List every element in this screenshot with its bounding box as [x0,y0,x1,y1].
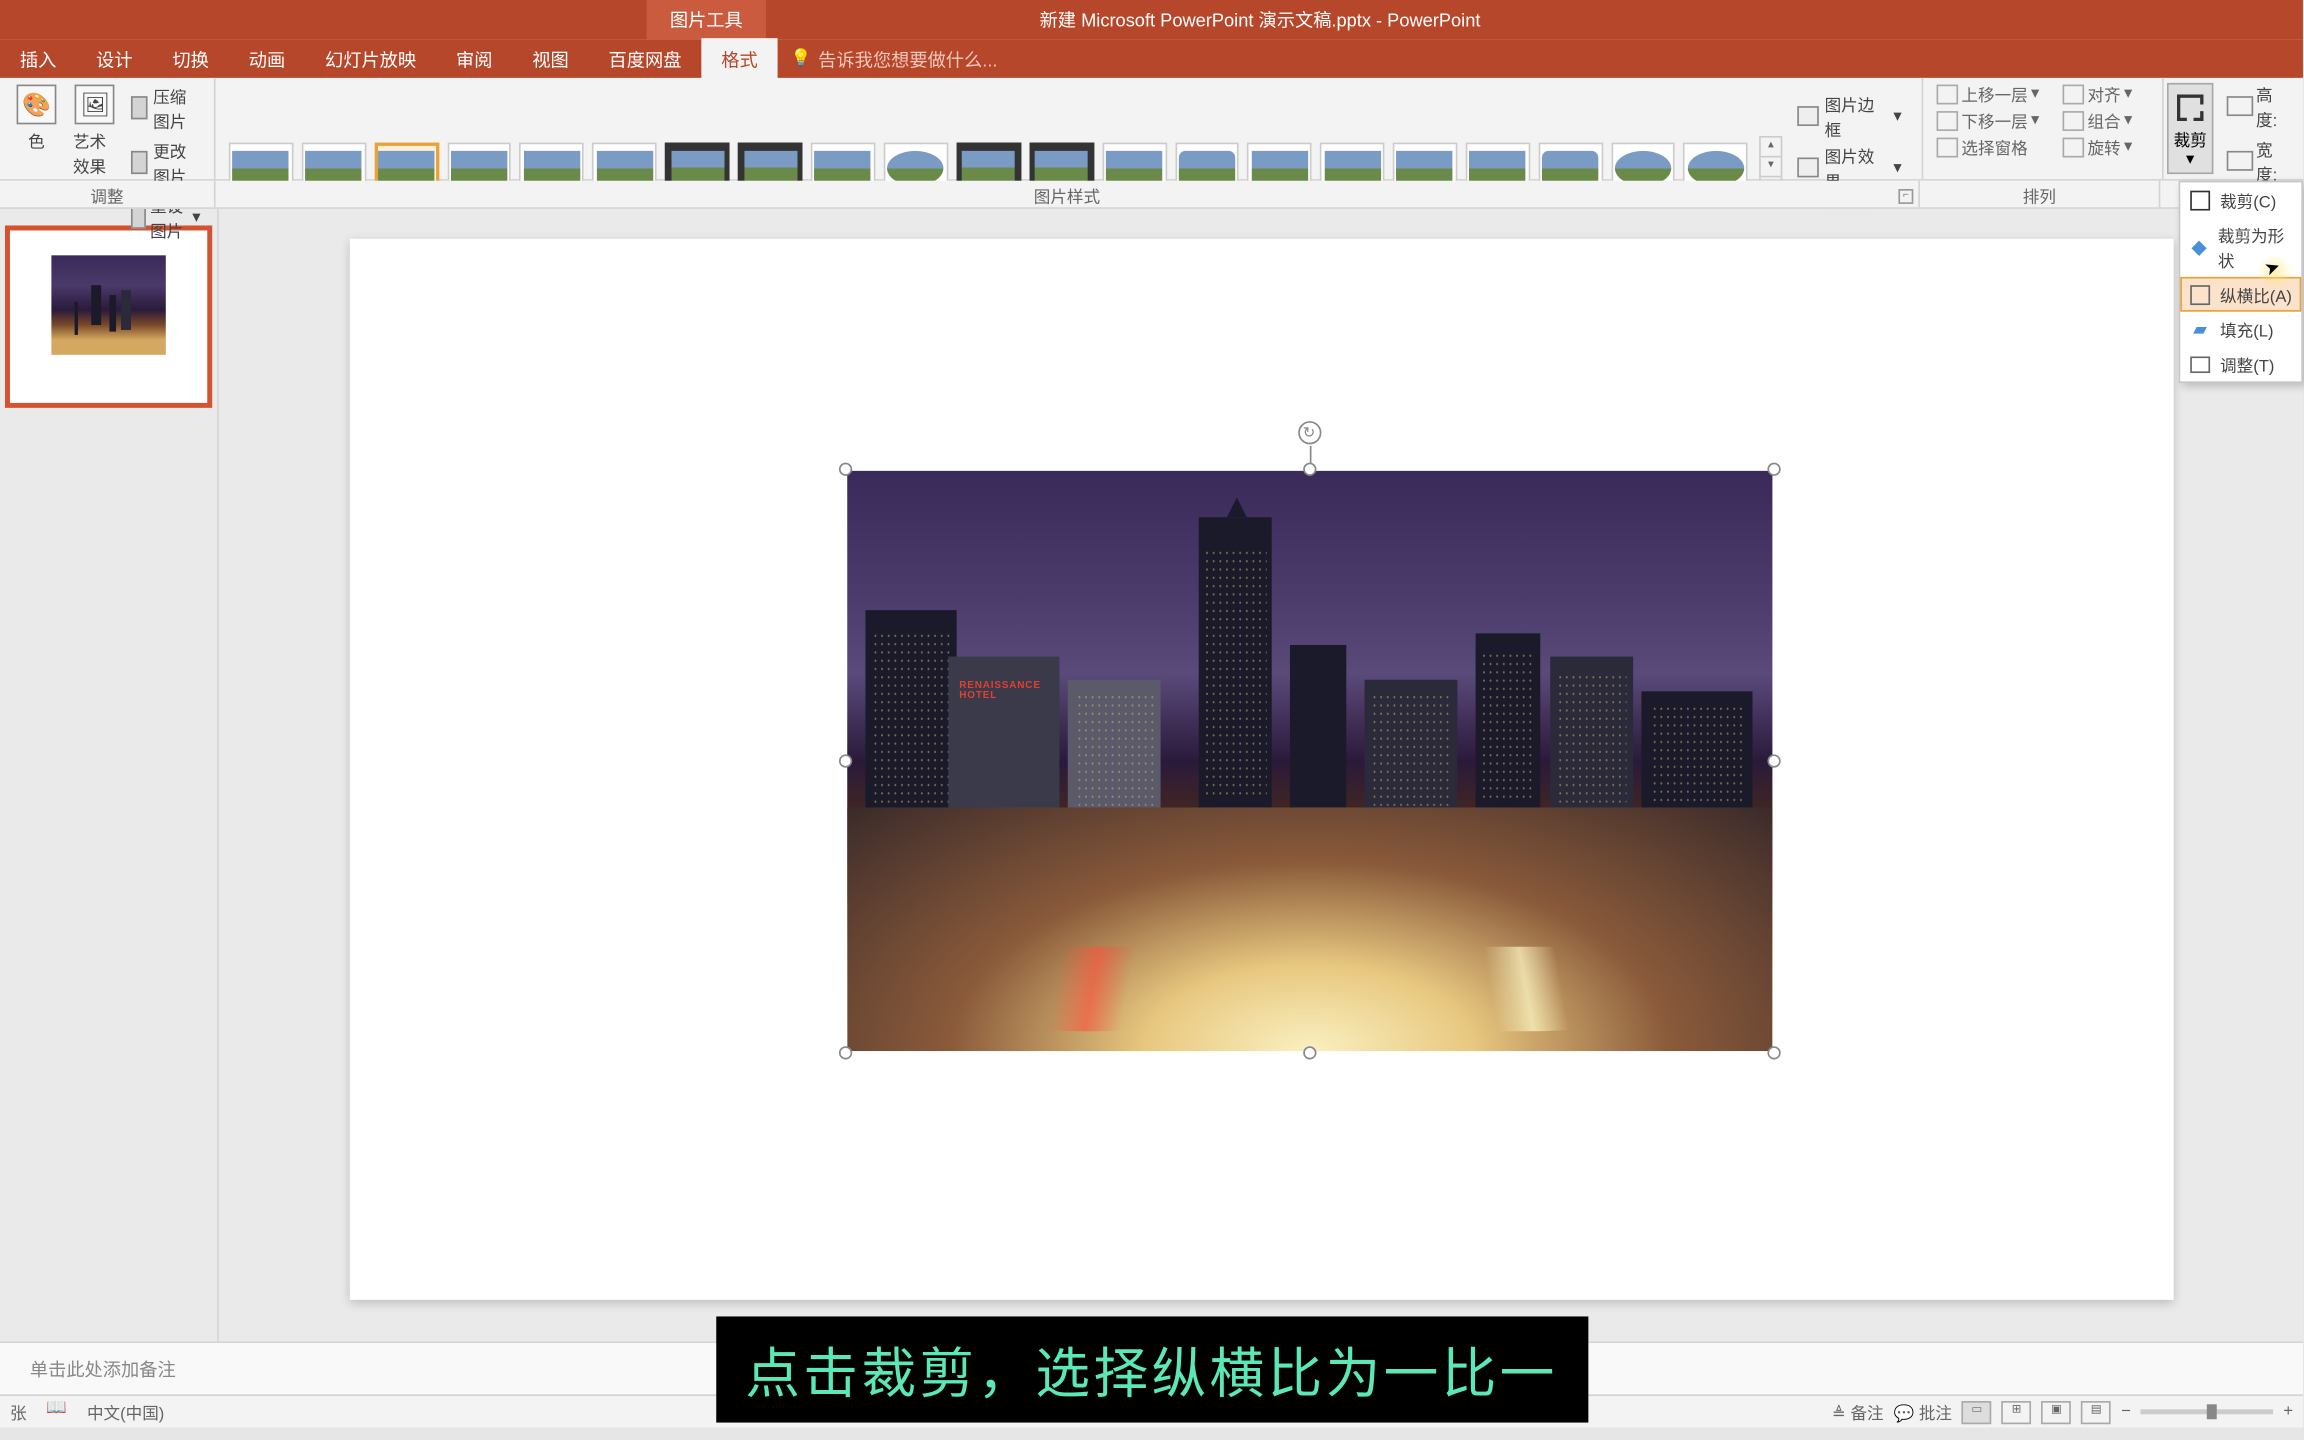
language-indicator[interactable]: 中文(中国) [87,1399,164,1424]
tab-view[interactable]: 视图 [512,37,588,80]
group-icon [2063,110,2085,130]
reset-icon [131,206,145,229]
spell-check-icon[interactable]: 📖 [46,1399,67,1424]
group-label-adjust: 调整 [0,181,216,208]
video-subtitle: 点击裁剪，选择纵横比为一比一 [715,1316,1587,1422]
picture-border-button[interactable]: 图片边框 ▾ [1797,91,1902,141]
zoom-out-button[interactable]: − [2121,1403,2131,1421]
ribbon-group-adjust: 🎨 色 🖼 艺术效果 压缩图片 更改图片 重设图片▾ [0,78,216,179]
resize-handle-tl[interactable] [838,463,851,476]
crop-icon [2172,89,2208,125]
width-input[interactable]: 宽度: [2227,136,2293,186]
tab-baidu[interactable]: 百度网盘 [589,37,702,80]
chevron-down-icon: ▾ [2186,150,2194,168]
ribbon-group-arrange: 上移一层 ▾ 下移一层 ▾ 选择窗格 对齐 ▾ 组合 ▾ 旋转 ▾ [1923,78,2163,179]
selection-icon [1937,137,1959,157]
selection-pane-button[interactable]: 选择窗格 [1933,134,2042,159]
resize-handle-ml[interactable] [838,754,851,767]
tell-me-search[interactable]: 💡 告诉我您想要做什么... [791,46,998,73]
tell-me-placeholder: 告诉我您想要做什么... [818,46,997,73]
backward-icon [1937,110,1959,130]
border-icon [1797,106,1819,126]
align-button[interactable]: 对齐 ▾ [2059,81,2135,106]
effects-icon [1797,158,1819,178]
slide-canvas[interactable]: ↻ [349,239,2173,1300]
ribbon: 🎨 色 🖼 艺术效果 压缩图片 更改图片 重设图片▾ [0,78,2303,181]
group-label-arrange: 排列 [1920,181,2160,208]
main-area: ↻ [0,209,2303,1341]
rotate-icon [2063,137,2085,157]
resize-handle-mr[interactable] [1767,754,1780,767]
crop-icon [2189,188,2212,211]
tab-review[interactable]: 审阅 [436,37,512,80]
tab-slideshow[interactable]: 幻灯片放映 [305,37,436,80]
notes-placeholder: 单击此处添加备注 [30,1361,176,1381]
crop-menu-shape[interactable]: ◆裁剪为形状 [2180,217,2301,277]
view-slideshow-button[interactable]: ▤ [2081,1400,2111,1423]
view-normal-button[interactable]: ▭ [1962,1400,1992,1423]
group-button[interactable]: 组合 ▾ [2059,108,2135,133]
comments-button[interactable]: 💬 批注 [1894,1399,1952,1424]
artistic-effects-button[interactable]: 🖼 艺术效果 [66,81,124,243]
selected-picture[interactable]: ↻ [846,471,1771,1051]
contextual-tab-label: 图片工具 [647,0,766,40]
ribbon-group-size: 高度: 宽度: [2217,78,2303,179]
height-icon [2227,96,2253,116]
tab-design[interactable]: 设计 [76,37,152,80]
artistic-icon: 🖼 [75,85,115,125]
view-reading-button[interactable]: ▣ [2042,1400,2072,1423]
slide-thumbnail-panel[interactable] [0,209,219,1341]
resize-handle-br[interactable] [1767,1046,1780,1059]
send-backward-button[interactable]: 下移一层 ▾ [1933,108,2042,133]
crop-menu-crop[interactable]: 裁剪(C) [2180,182,2301,217]
width-icon [2227,151,2253,171]
resize-handle-bm[interactable] [1302,1046,1315,1059]
crop-dropdown-menu: 裁剪(C) ◆裁剪为形状 纵横比(A) ▰填充(L) 调整(T) [2179,181,2303,383]
title-bar: 图片工具 新建 Microsoft PowerPoint 演示文稿.pptx -… [0,0,2303,40]
change-icon [131,151,149,174]
zoom-in-button[interactable]: + [2283,1403,2293,1421]
tab-format[interactable]: 格式 [701,37,777,80]
slide-editor[interactable]: ↻ [219,209,2303,1341]
crop-menu-fit[interactable]: 调整(T) [2180,347,2301,382]
fill-icon: ▰ [2189,318,2212,341]
styles-dialog-launcher[interactable]: ⌐ [1898,189,1913,204]
ribbon-group-labels: 调整 图片样式⌐ 排列 [0,181,2303,209]
align-icon [2063,84,2085,104]
height-input[interactable]: 高度: [2227,81,2293,131]
tab-transitions[interactable]: 切换 [153,37,229,80]
crop-menu-fill[interactable]: ▰填充(L) [2180,312,2301,347]
resize-handle-tm[interactable] [1302,463,1315,476]
bring-forward-button[interactable]: 上移一层 ▾ [1933,81,2042,106]
rotate-handle[interactable]: ↻ [1297,421,1320,444]
slide-thumbnail-1[interactable] [5,225,212,407]
group-label-styles: 图片样式⌐ [216,181,1920,208]
lightbulb-icon: 💡 [791,50,812,68]
ratio-icon [2189,283,2212,306]
tab-animations[interactable]: 动画 [229,37,305,80]
thumbnail-image [51,255,165,354]
shape-icon: ◆ [2189,235,2210,258]
compress-picture-button[interactable]: 压缩图片 [127,81,204,134]
slide-counter: 张 [10,1399,27,1424]
crop-button[interactable]: 裁剪 ▾ [2167,83,2213,174]
ribbon-tabs: 插入 设计 切换 动画 幻灯片放映 审阅 视图 百度网盘 格式 💡 告诉我您想要… [0,40,2303,78]
crop-menu-aspect-ratio[interactable]: 纵横比(A) [2180,277,2301,312]
color-button[interactable]: 🎨 色 [10,81,63,243]
color-icon: 🎨 [17,85,57,125]
resize-handle-tr[interactable] [1767,463,1780,476]
fit-icon [2189,352,2212,375]
picture-content [846,471,1771,1051]
ribbon-group-picture-styles: ▴▾▿ 图片边框 ▾ 图片效果 ▾ 图片版式 ▾ [216,78,1924,179]
view-sorter-button[interactable]: ⊞ [2002,1400,2032,1423]
rotate-button[interactable]: 旋转 ▾ [2059,134,2135,159]
tab-insert[interactable]: 插入 [0,37,76,80]
resize-handle-bl[interactable] [838,1046,851,1059]
notes-button[interactable]: ≜ 备注 [1832,1399,1884,1424]
zoom-slider[interactable] [2141,1409,2274,1414]
compress-icon [131,96,149,119]
forward-icon [1937,84,1959,104]
document-title: 新建 Microsoft PowerPoint 演示文稿.pptx - Powe… [1040,7,1481,34]
